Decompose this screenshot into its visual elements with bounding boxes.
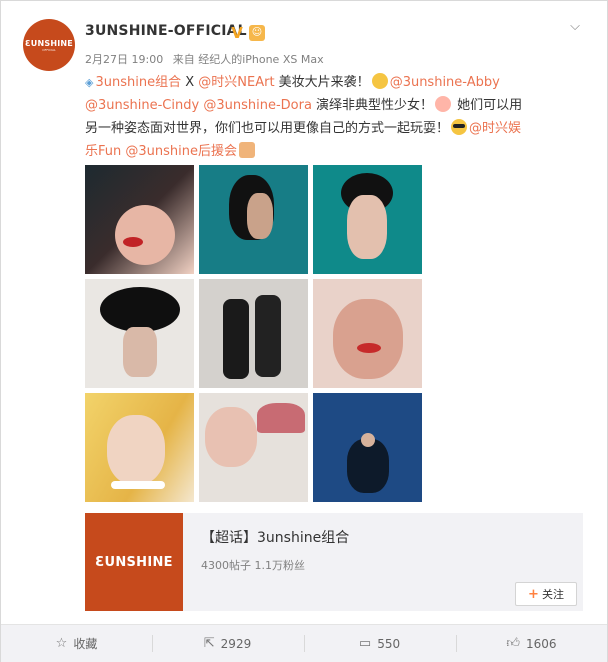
photo-6[interactable] <box>313 279 422 388</box>
photo-4[interactable] <box>85 279 194 388</box>
topic-link[interactable]: ◈ 3unshine组合 <box>85 75 181 90</box>
username[interactable]: 3UNSHINE-OFFICIAL <box>85 23 247 39</box>
like-count: 1606 <box>526 636 557 651</box>
text-seg-3: 演绎非典型性少女！ <box>311 98 434 113</box>
follow-label: 关注 <box>541 588 564 601</box>
verified-v-icon: V <box>231 24 243 42</box>
chevron-down-icon[interactable]: ⌵ <box>567 19 583 35</box>
comment-button[interactable]: ▭ 550 <box>304 625 455 662</box>
emoji-face-icon <box>371 73 388 89</box>
mention-fans[interactable]: @3unshine后援会 <box>125 144 237 159</box>
topic-diamond-icon: ◈ <box>85 76 94 89</box>
photo-8[interactable] <box>199 393 308 502</box>
collect-label: 收藏 <box>73 637 98 651</box>
photo-9[interactable] <box>313 393 422 502</box>
post-text: ◈ 3unshine组合 X @时兴NEArt 美妆大片来袭！ @3unshine-… <box>85 71 525 163</box>
avatar-logo-text: ƐUNSHINE <box>25 38 73 48</box>
collect-button[interactable]: ☆ 收藏 <box>1 625 152 662</box>
follow-button[interactable]: + 关注 <box>515 582 577 606</box>
emoji-sunglasses-icon <box>451 119 468 135</box>
topic-title[interactable]: 【超话】3unshine组合 <box>201 527 349 547</box>
mention-cindy[interactable]: @3unshine-Cindy <box>85 98 199 113</box>
mention-neart[interactable]: @时兴NEArt <box>198 75 274 90</box>
avatar[interactable]: ƐUNSHINE OFFICIAL <box>23 19 75 71</box>
repost-count: 2929 <box>220 636 252 651</box>
thumbs-up-icon: 👍︎ <box>506 636 521 651</box>
fan-medal-icon[interactable]: ☺ <box>249 25 265 41</box>
photo-grid <box>85 165 423 503</box>
text-seg-1: X <box>181 75 199 90</box>
star-icon: ☆ <box>55 636 68 651</box>
post-meta: 2月27日 19:00 来自 经纪人的iPhone XS Max <box>85 51 330 67</box>
emoji-kiss-icon <box>435 96 452 112</box>
emoji-people-icon <box>239 142 256 158</box>
photo-3[interactable] <box>313 165 422 274</box>
super-topic-card[interactable]: ƐUNSHINE 【超话】3unshine组合 4300帖子 1.1万粉丝 + … <box>85 513 583 611</box>
comment-count: 550 <box>377 636 401 651</box>
plus-icon: + <box>528 586 539 602</box>
weibo-post-card: ƐUNSHINE OFFICIAL 3UNSHINE-OFFICIAL V ☺ … <box>0 0 608 662</box>
topic-stats: 4300帖子 1.1万粉丝 <box>201 559 305 572</box>
photo-1[interactable] <box>85 165 194 274</box>
mention-dora[interactable]: @3unshine-Dora <box>203 98 312 113</box>
photo-5[interactable] <box>199 279 308 388</box>
repost-button[interactable]: ⇱ 2929 <box>152 625 303 662</box>
topic-logo: ƐUNSHINE <box>85 513 183 611</box>
comment-icon: ▭ <box>358 636 372 651</box>
like-button[interactable]: 👍︎ 1606 <box>456 625 607 662</box>
mention-abby[interactable]: @3unshine-Abby <box>390 75 500 90</box>
photo-7[interactable] <box>85 393 194 502</box>
post-source: 来自 经纪人的iPhone XS Max <box>172 53 324 66</box>
photo-2[interactable] <box>199 165 308 274</box>
action-bar: ☆ 收藏 ⇱ 2929 ▭ 550 👍︎ 1606 <box>1 624 607 662</box>
avatar-sub-text: OFFICIAL <box>42 47 56 52</box>
repost-icon: ⇱ <box>203 636 215 651</box>
text-seg-2: 美妆大片来袭！ <box>274 75 370 90</box>
post-date[interactable]: 2月27日 19:00 <box>85 53 163 66</box>
